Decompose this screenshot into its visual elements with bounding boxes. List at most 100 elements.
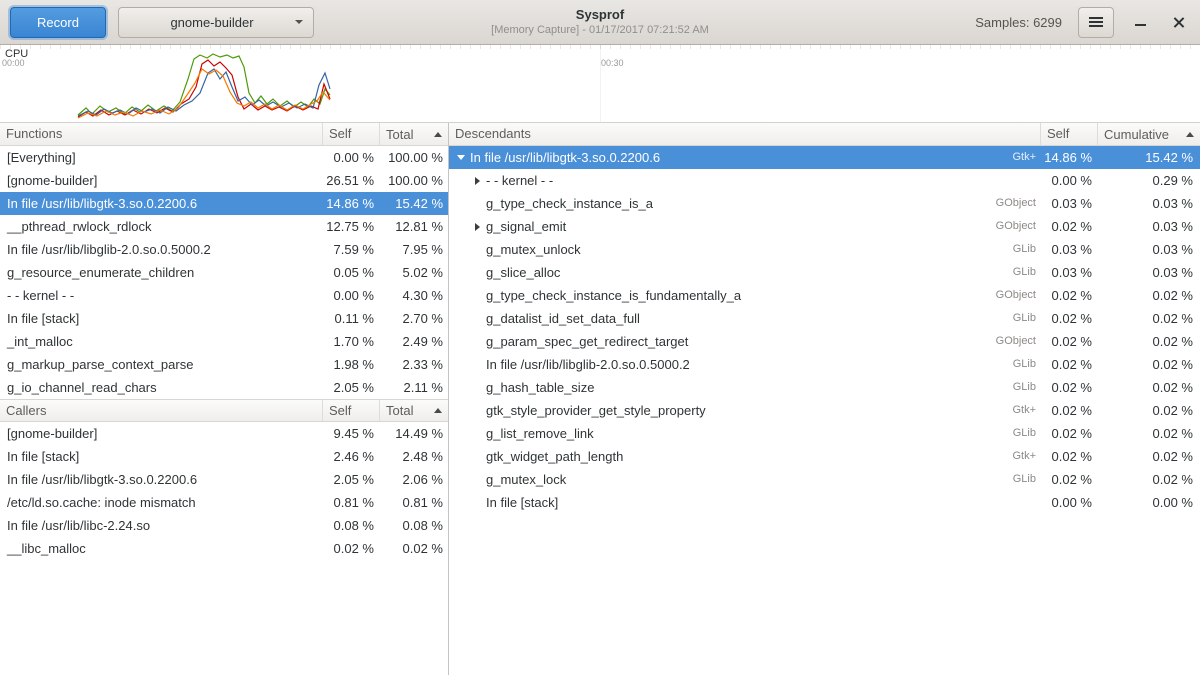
function-name: __libc_malloc [0,537,322,560]
table-row[interactable]: - - kernel - -0.00 %4.30 % [0,284,448,307]
right-pane: Descendants Self Cumulative In file /usr… [449,123,1200,675]
column-header-self[interactable]: Self [322,400,379,421]
tree-row[interactable]: g_hash_table_sizeGLib0.02 %0.02 % [449,376,1200,399]
left-pane: Functions Self Total [Everything]0.00 %1… [0,123,449,675]
column-header-functions[interactable]: Functions [0,123,322,145]
total-percent: 2.70 % [379,307,448,330]
column-header-callers[interactable]: Callers [0,400,322,421]
tree-row[interactable]: In file /usr/lib/libgtk-3.so.0.2200.6Gtk… [449,146,1200,169]
tree-row[interactable]: g_type_check_instance_is_aGObject0.03 %0… [449,192,1200,215]
tree-row[interactable]: - - kernel - -0.00 %0.29 % [449,169,1200,192]
descendant-name: In file [stack] [486,491,558,514]
descendant-name-cell: g_hash_table_size [449,376,910,399]
close-button[interactable] [1166,10,1190,34]
sysprof-window: Record gnome-builder Sysprof [Memory Cap… [0,0,1200,675]
self-percent: 0.00 % [1040,491,1097,514]
descendant-name: g_mutex_lock [486,468,566,491]
tree-row[interactable]: g_list_remove_linkGLib0.02 %0.02 % [449,422,1200,445]
table-row[interactable]: __pthread_rwlock_rdlock12.75 %12.81 % [0,215,448,238]
self-percent: 0.81 % [322,491,379,514]
table-row[interactable]: In file /usr/lib/libgtk-3.so.0.2200.614.… [0,192,448,215]
tree-row[interactable]: In file [stack]0.00 %0.00 % [449,491,1200,514]
self-percent: 0.02 % [1040,445,1097,468]
table-row[interactable]: In file [stack]2.46 %2.48 % [0,445,448,468]
table-row[interactable]: [gnome-builder]26.51 %100.00 % [0,169,448,192]
table-row[interactable]: _int_malloc1.70 %2.49 % [0,330,448,353]
column-header-self[interactable]: Self [322,123,379,145]
tree-row[interactable]: In file /usr/lib/libglib-2.0.so.0.5000.2… [449,353,1200,376]
column-header-total[interactable]: Total [379,400,448,421]
table-row[interactable]: g_resource_enumerate_children0.05 %5.02 … [0,261,448,284]
category-label: GObject [910,284,1040,307]
table-row[interactable]: g_markup_parse_context_parse1.98 %2.33 % [0,353,448,376]
table-row[interactable]: g_io_channel_read_chars2.05 %2.11 % [0,376,448,399]
self-percent: 14.86 % [1040,146,1097,169]
table-row[interactable]: __libc_malloc0.02 %0.02 % [0,537,448,560]
descendant-name: g_mutex_unlock [486,238,581,261]
table-row[interactable]: In file [stack]0.11 %2.70 % [0,307,448,330]
tree-row[interactable]: g_datalist_id_set_data_fullGLib0.02 %0.0… [449,307,1200,330]
cpu-graph[interactable]: CPU 00:00 00:30 [0,45,1200,122]
table-row[interactable]: /etc/ld.so.cache: inode mismatch0.81 %0.… [0,491,448,514]
tree-row[interactable]: gtk_widget_path_lengthGtk+0.02 %0.02 % [449,445,1200,468]
total-percent: 2.49 % [379,330,448,353]
expander-closed-icon[interactable] [470,223,484,231]
column-header-self[interactable]: Self [1040,123,1097,145]
table-row[interactable]: In file /usr/lib/libgtk-3.so.0.2200.62.0… [0,468,448,491]
total-percent: 12.81 % [379,215,448,238]
tree-row[interactable]: g_type_check_instance_is_fundamentally_a… [449,284,1200,307]
table-row[interactable]: In file /usr/lib/libglib-2.0.so.0.5000.2… [0,238,448,261]
expander-open-icon[interactable] [454,155,468,160]
column-header-descendants[interactable]: Descendants [449,123,1040,145]
total-percent: 14.49 % [379,422,448,445]
self-percent: 14.86 % [322,192,379,215]
record-button[interactable]: Record [10,7,106,38]
category-label: GObject [910,215,1040,238]
descendant-name-cell: gtk_widget_path_length [449,445,910,468]
function-name: [gnome-builder] [0,422,322,445]
self-percent: 9.45 % [322,422,379,445]
self-percent: 0.02 % [1040,376,1097,399]
tree-row[interactable]: g_param_spec_get_redirect_targetGObject0… [449,330,1200,353]
function-name: _int_malloc [0,330,322,353]
category-label: GLib [910,422,1040,445]
samples-count: Samples: 6299 [975,15,1062,30]
minimize-button[interactable] [1128,10,1152,34]
descendant-name: g_type_check_instance_is_a [486,192,653,215]
table-row[interactable]: [Everything]0.00 %100.00 % [0,146,448,169]
window-subtitle: [Memory Capture] - 01/17/2017 07:21:52 A… [491,23,709,37]
self-percent: 0.02 % [1040,330,1097,353]
expander-closed-icon[interactable] [470,177,484,185]
descendant-name-cell: In file /usr/lib/libglib-2.0.so.0.5000.2 [449,353,910,376]
header-left: Record gnome-builder [10,7,314,38]
category-label: GLib [910,376,1040,399]
total-percent: 100.00 % [379,146,448,169]
descendant-name-cell: g_mutex_unlock [449,238,910,261]
descendant-name: g_hash_table_size [486,376,594,399]
table-row[interactable]: [gnome-builder]9.45 %14.49 % [0,422,448,445]
self-percent: 2.05 % [322,376,379,399]
cumulative-percent: 0.02 % [1097,376,1200,399]
table-row[interactable]: In file /usr/lib/libc-2.24.so0.08 %0.08 … [0,514,448,537]
category-label: GObject [910,330,1040,353]
cpu-usage-chart [0,45,1200,122]
tree-row[interactable]: g_mutex_lockGLib0.02 %0.02 % [449,468,1200,491]
function-name: [Everything] [0,146,322,169]
process-selector-dropdown[interactable]: gnome-builder [118,7,314,38]
function-name: In file /usr/lib/libc-2.24.so [0,514,322,537]
tree-row[interactable]: g_mutex_unlockGLib0.03 %0.03 % [449,238,1200,261]
descendant-name-cell: g_datalist_id_set_data_full [449,307,910,330]
column-header-cumulative[interactable]: Cumulative [1097,123,1200,145]
callers-table-body: [gnome-builder]9.45 %14.49 %In file [sta… [0,422,448,560]
total-percent: 0.02 % [379,537,448,560]
minimize-icon [1135,24,1146,26]
tree-row[interactable]: g_signal_emitGObject0.02 %0.03 % [449,215,1200,238]
tree-row[interactable]: gtk_style_provider_get_style_propertyGtk… [449,399,1200,422]
tree-row[interactable]: g_slice_allocGLib0.03 %0.03 % [449,261,1200,284]
cumulative-percent: 0.02 % [1097,307,1200,330]
descendant-name-cell: g_signal_emit [449,215,910,238]
descendant-name-cell: g_type_check_instance_is_fundamentally_a [449,284,910,307]
column-header-total[interactable]: Total [379,123,448,145]
menu-button[interactable] [1078,7,1114,38]
function-name: In file /usr/lib/libgtk-3.so.0.2200.6 [0,468,322,491]
